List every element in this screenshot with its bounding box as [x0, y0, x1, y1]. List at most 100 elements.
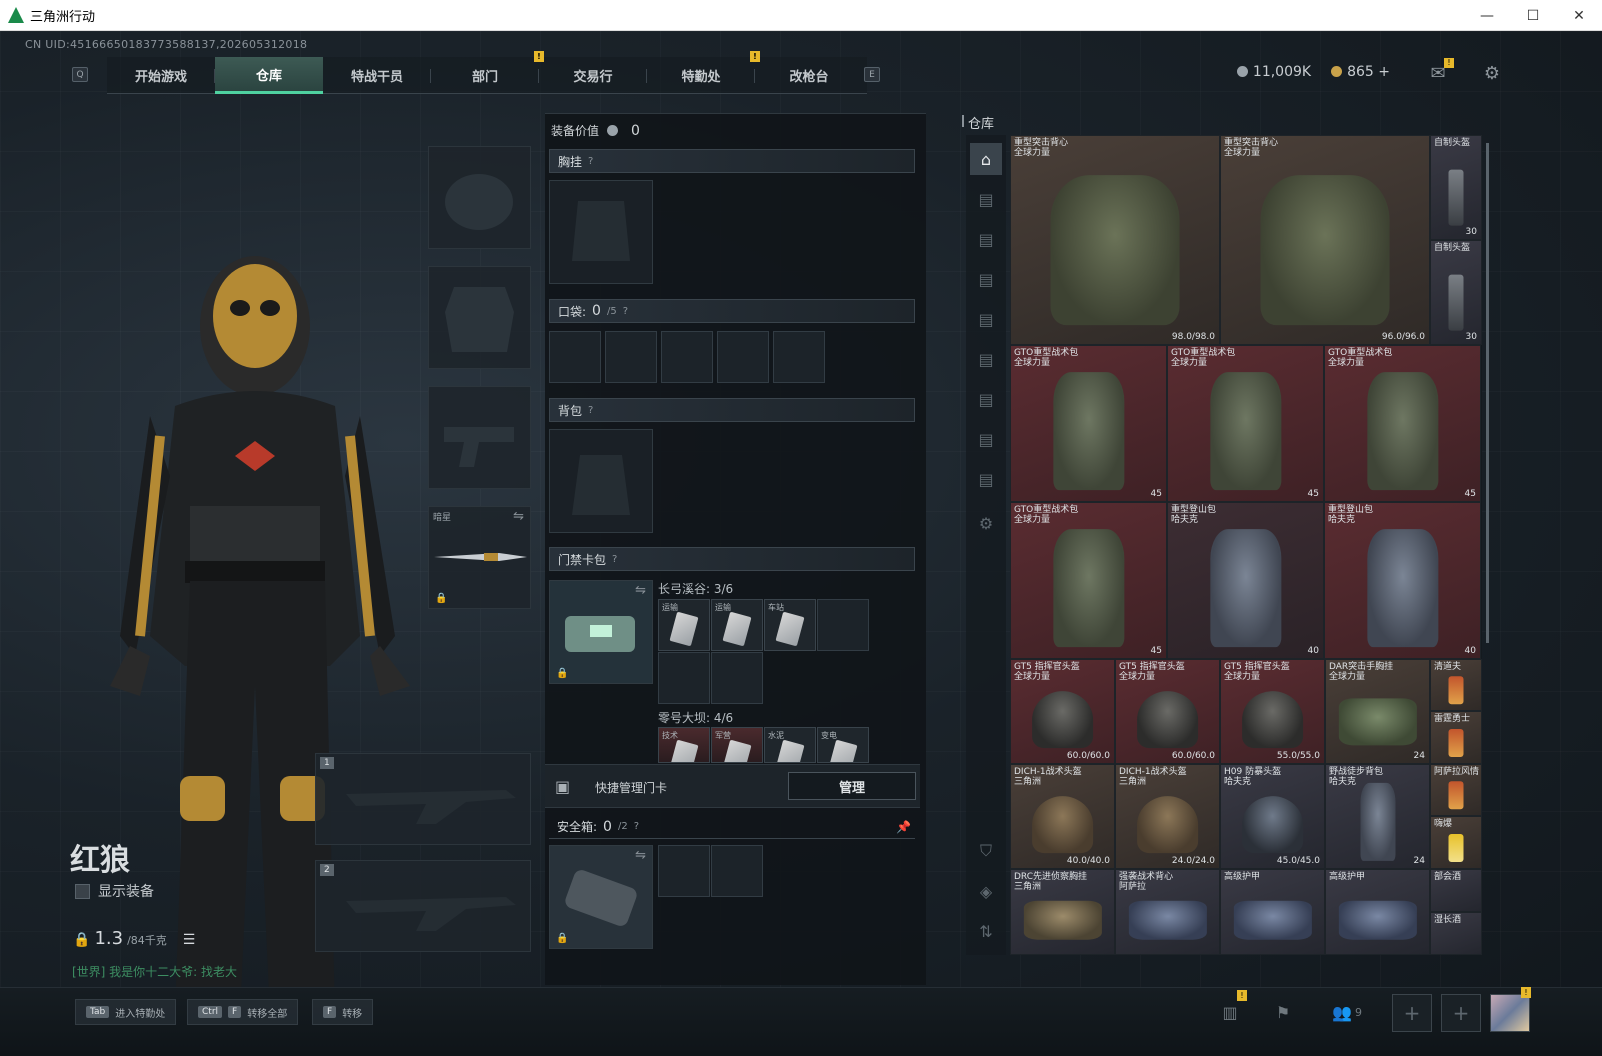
manage-button[interactable]: 管理	[788, 772, 916, 800]
stash-item[interactable]: 自制头盔 30	[1430, 135, 1482, 240]
list-icon[interactable]: ☰	[183, 932, 196, 948]
pocket-slot[interactable]	[773, 331, 825, 383]
stash-item-armor[interactable]: 高级护甲	[1220, 869, 1325, 955]
keycard-pack-slot[interactable]: ⇋ 🔒	[549, 580, 653, 684]
stash-item-helmet[interactable]: GT5 指挥官头盔 全球力量 60.0/60.0	[1115, 659, 1220, 764]
melee-slot[interactable]: 暗星 ⇋ 🔒	[428, 506, 531, 609]
stash-item-backpack[interactable]: GTO重型战术包 全球力量 45	[1010, 502, 1167, 659]
stash-item-chest-rig[interactable]: DRC先进侦察胸挂 三角洲	[1010, 869, 1115, 955]
safe-box-slot[interactable]: ⇋ 🔒	[549, 845, 653, 949]
stash-item-helmet[interactable]: GT5 指挥官头盔 全球力量 60.0/60.0	[1010, 659, 1115, 764]
stash-item-helmet[interactable]: DICH-1战术头盔 三角洲 24.0/24.0	[1115, 764, 1220, 869]
help-icon[interactable]: ?	[588, 405, 593, 416]
primary-weapon-slot-1[interactable]: 1	[315, 753, 531, 845]
stash-item-drink[interactable]: 嗨爆	[1430, 816, 1482, 869]
stash-tab-4-icon[interactable]: ▤	[970, 223, 1002, 255]
stash-item-backpack[interactable]: 重型登山包 哈夫克 40	[1324, 502, 1481, 659]
tab-start-game[interactable]: 开始游戏	[107, 57, 215, 94]
stash-item-backpack[interactable]: 重型登山包 哈夫克 40	[1167, 502, 1324, 659]
keycard-item[interactable]: 车站	[764, 599, 816, 651]
backpack-slot[interactable]	[549, 429, 653, 533]
layers-icon[interactable]: ◈	[970, 875, 1002, 907]
sort-icon[interactable]: ⇅	[970, 915, 1002, 947]
weapons-icon[interactable]: ▤	[970, 183, 1002, 215]
stash-item-helmet[interactable]: DICH-1战术头盔 三角洲 40.0/40.0	[1010, 764, 1115, 869]
stats-icon[interactable]: ▥!	[1215, 990, 1247, 1026]
transfer-hint[interactable]: F 转移	[312, 999, 374, 1025]
pin-icon[interactable]: 📌	[896, 820, 911, 834]
show-equipment-toggle[interactable]: 显示装备	[75, 881, 154, 901]
swap-icon[interactable]: ⇋	[635, 848, 646, 863]
help-icon[interactable]: ?	[634, 821, 639, 832]
stash-tab-8-icon[interactable]: ▤	[970, 383, 1002, 415]
safe-box-cell[interactable]	[711, 845, 763, 897]
tab-special-ops[interactable]: 特勤处!	[647, 51, 760, 94]
invite-slot-button[interactable]: +	[1392, 994, 1432, 1032]
stash-item-armor[interactable]: 高级护甲	[1325, 869, 1430, 955]
pocket-slot[interactable]	[605, 331, 657, 383]
stash-item-drink[interactable]: 雷霆勇士	[1430, 711, 1482, 764]
helmet-slot[interactable]	[428, 146, 531, 249]
keycard-slot-empty[interactable]	[711, 652, 763, 704]
stash-item-drink[interactable]: 阿萨拉风情	[1430, 764, 1482, 816]
stash-item-backpack[interactable]: GTO重型战术包 全球力量 45	[1167, 345, 1324, 502]
keycard-slot-empty[interactable]	[658, 652, 710, 704]
minimize-button[interactable]: —	[1464, 0, 1510, 31]
swap-icon[interactable]: ⇋	[635, 583, 646, 598]
stash-item-helmet[interactable]: H09 防暴头盔 哈夫克 45.0/45.0	[1220, 764, 1325, 869]
stash-scrollbar[interactable]	[1486, 143, 1489, 643]
keycard-slot-empty[interactable]	[817, 599, 869, 651]
help-icon[interactable]: ?	[588, 156, 593, 167]
pocket-slot[interactable]	[717, 331, 769, 383]
keycard-item[interactable]: 运输	[658, 599, 710, 651]
stash-item[interactable]: 自制头盔 30	[1430, 240, 1482, 345]
close-button[interactable]: ✕	[1556, 0, 1602, 31]
transfer-all-hint[interactable]: Ctrl F 转移全部	[187, 999, 299, 1025]
checkbox[interactable]	[75, 883, 90, 899]
keycard-item[interactable]: 运输	[711, 599, 763, 651]
stash-item-chest-rig[interactable]: 强袭战术背心 阿萨拉	[1115, 869, 1220, 955]
friends-icon[interactable]: 👥 9	[1325, 998, 1369, 1026]
help-icon[interactable]: ?	[623, 306, 628, 317]
stash-tab-6-icon[interactable]: ▤	[970, 303, 1002, 335]
stash-tab-10-icon[interactable]: ▤	[970, 463, 1002, 495]
pocket-slot[interactable]	[549, 331, 601, 383]
safe-box-cell[interactable]	[658, 845, 710, 897]
stash-tab-9-icon[interactable]: ▤	[970, 423, 1002, 455]
keycard-item[interactable]: 技术	[658, 727, 710, 763]
stash-item-backpack[interactable]: GTO重型战术包 全球力量 45	[1010, 345, 1167, 502]
enter-special-ops-hint[interactable]: Tab 进入特勤处	[75, 999, 177, 1025]
stash-item-helmet[interactable]: GT5 指挥官头盔 全球力量 55.0/55.0	[1220, 659, 1325, 764]
all-items-icon[interactable]: ⌂	[970, 143, 1002, 175]
gear-icon[interactable]: ⚙	[970, 507, 1002, 539]
keycard-item[interactable]: 军营	[711, 727, 763, 763]
stash-item-drink[interactable]: 湿长酒	[1430, 912, 1482, 955]
world-chat-line[interactable]: [世界] 我是你十二大爷: 找老大	[72, 963, 237, 980]
maximize-button[interactable]: ☐	[1510, 0, 1556, 31]
stash-item-armor[interactable]: 重型突击背心 全球力量 98.0/98.0	[1010, 135, 1220, 345]
gold-currency[interactable]: 865 +	[1331, 64, 1390, 80]
help-icon[interactable]: ?	[612, 554, 617, 565]
avatar[interactable]: !	[1490, 987, 1531, 1032]
flag-icon[interactable]: ⚑	[1268, 998, 1298, 1026]
mail-icon[interactable]: ✉!	[1426, 58, 1454, 84]
operator-icon[interactable]: ⛉	[970, 835, 1002, 867]
stash-item-drink[interactable]: 清道夫	[1430, 659, 1482, 711]
tab-department[interactable]: 部门!	[431, 51, 544, 94]
gear-icon[interactable]: ⚙	[1480, 62, 1504, 84]
pocket-slot[interactable]	[661, 331, 713, 383]
tab-warehouse[interactable]: 仓库	[215, 57, 323, 94]
pistol-slot[interactable]	[428, 386, 531, 489]
stash-item-backpack[interactable]: GTO重型战术包 全球力量 45	[1324, 345, 1481, 502]
stash-item-backpack[interactable]: 野战徒步背包 哈夫克 24	[1325, 764, 1430, 869]
keycard-item[interactable]: 水泥	[764, 727, 816, 763]
stash-item-chest-rig[interactable]: DAR突击手胸挂 全球力量 24	[1325, 659, 1430, 764]
invite-slot-button[interactable]: +	[1441, 994, 1481, 1032]
primary-weapon-slot-2[interactable]: 2	[315, 860, 531, 952]
stash-tab-7-icon[interactable]: ▤	[970, 343, 1002, 375]
keycard-item[interactable]: 变电	[817, 727, 869, 763]
tab-operators[interactable]: 特战干员	[323, 57, 431, 94]
swap-icon[interactable]: ⇋	[513, 509, 524, 524]
silver-currency[interactable]: 11,009K	[1236, 64, 1311, 80]
stash-tab-5-icon[interactable]: ▤	[970, 263, 1002, 295]
